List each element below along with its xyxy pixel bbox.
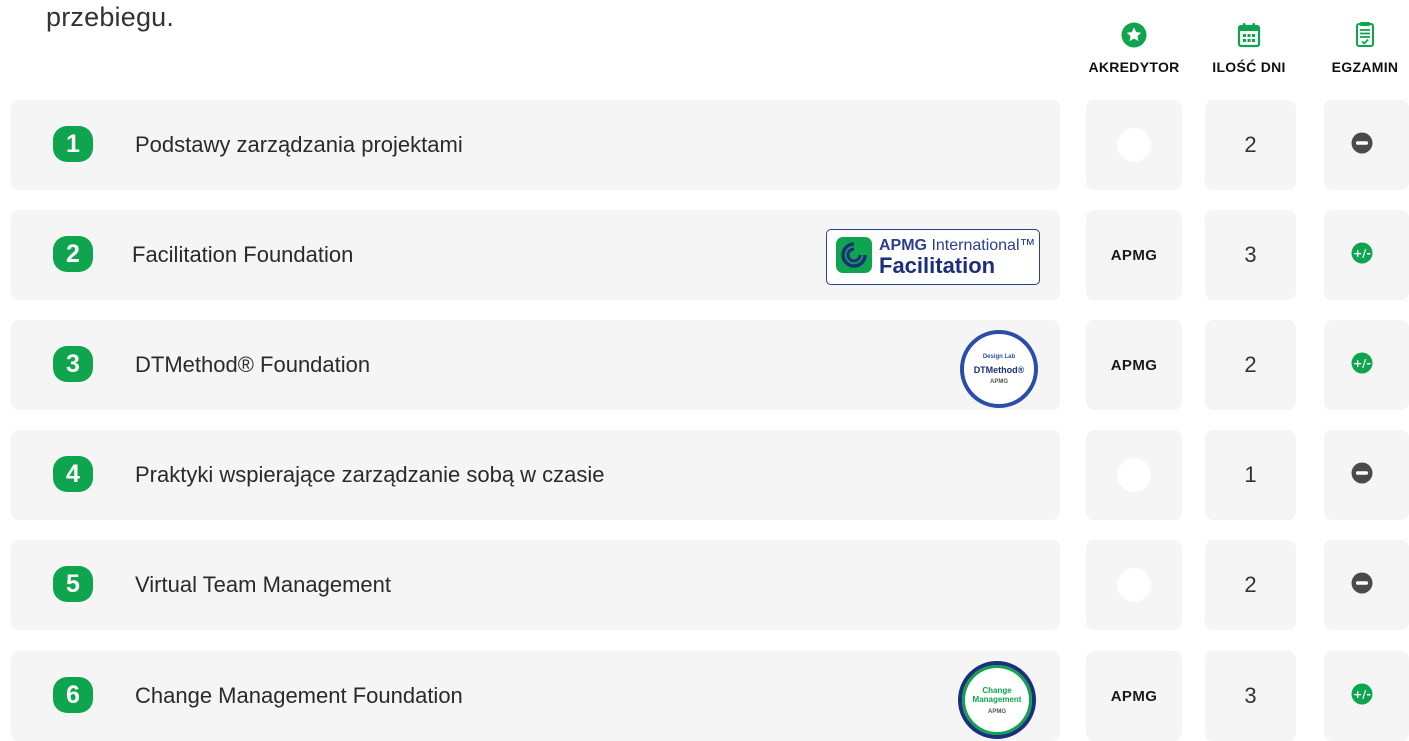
minus-icon xyxy=(1351,462,1373,489)
svg-text:+/-: +/- xyxy=(1353,688,1371,701)
logo-product: Facilitation xyxy=(879,252,996,278)
badge-main-1: Change xyxy=(982,685,1012,695)
exam-cell xyxy=(1324,100,1409,190)
course-row: 4 Praktyki wspierające zarządzanie sobą … xyxy=(0,430,1409,520)
days-cell: 3 xyxy=(1205,210,1296,300)
accreditor-cell xyxy=(1086,430,1182,520)
column-label-accreditor: AKREDYTOR xyxy=(1088,59,1180,75)
course-row: 2 Facilitation Foundation APMG Internati… xyxy=(0,210,1409,300)
exam-cell: +/- xyxy=(1324,651,1409,741)
plus-minus-icon: +/- xyxy=(1351,352,1373,379)
days-value: 2 xyxy=(1244,352,1257,377)
dtmethod-badge: Design Lab DTMethod® APMG xyxy=(960,330,1038,408)
days-cell: 3 xyxy=(1205,651,1296,741)
accreditor-value: APMG xyxy=(1110,687,1158,705)
course-row: 3 DTMethod® Foundation Design Lab DTMeth… xyxy=(0,320,1409,410)
course-number: 5 xyxy=(53,566,93,602)
days-value: 3 xyxy=(1244,242,1257,267)
accreditor-cell xyxy=(1086,100,1182,190)
course-title[interactable]: Facilitation Foundation xyxy=(132,242,353,268)
apmg-facilitation-logo: APMG International™ Facilitation xyxy=(826,229,1040,285)
plus-minus-icon: +/- xyxy=(1351,683,1373,710)
exam-cell xyxy=(1324,430,1409,520)
minus-icon xyxy=(1351,132,1373,159)
course-number: 3 xyxy=(53,346,93,382)
accreditor-value: APMG xyxy=(1110,356,1158,374)
badge-top: Design Lab xyxy=(982,353,1016,360)
days-value: 3 xyxy=(1244,683,1257,708)
days-value: 2 xyxy=(1244,132,1257,157)
course-number: 2 xyxy=(53,236,93,272)
plus-minus-icon: +/- xyxy=(1351,242,1373,269)
course-number: 4 xyxy=(53,456,93,492)
days-value: 1 xyxy=(1244,462,1257,487)
days-value: 2 xyxy=(1244,572,1257,597)
accreditor-value: APMG xyxy=(1110,246,1158,264)
accreditor-cell: APMG xyxy=(1086,320,1182,410)
empty-accreditor xyxy=(1117,458,1151,492)
empty-accreditor xyxy=(1117,128,1151,162)
course-number: 6 xyxy=(53,677,93,713)
days-cell: 2 xyxy=(1205,540,1296,630)
calendar-icon xyxy=(1237,20,1261,50)
days-cell: 2 xyxy=(1205,320,1296,410)
column-header-accreditor: AKREDYTOR xyxy=(1074,20,1194,75)
course-title[interactable]: DTMethod® Foundation xyxy=(135,352,370,378)
apmg-swirl-icon xyxy=(835,236,873,279)
course-title[interactable]: Change Management Foundation xyxy=(135,683,463,709)
minus-icon xyxy=(1351,572,1373,599)
badge-main: DTMethod® xyxy=(973,364,1025,375)
empty-accreditor xyxy=(1117,568,1151,602)
course-title[interactable]: Virtual Team Management xyxy=(135,572,391,598)
exam-cell: +/- xyxy=(1324,320,1409,410)
exam-document-icon xyxy=(1354,20,1376,50)
course-row: 6 Change Management Foundation Change Ma… xyxy=(0,651,1409,741)
svg-text:+/-: +/- xyxy=(1353,357,1371,370)
star-circle-icon xyxy=(1121,20,1147,50)
days-cell: 2 xyxy=(1205,100,1296,190)
accreditor-cell: APMG xyxy=(1086,651,1182,741)
course-number: 1 xyxy=(53,126,93,162)
accreditor-cell xyxy=(1086,540,1182,630)
logo-brand: APMG xyxy=(879,236,927,254)
change-management-badge: Change Management APMG xyxy=(958,661,1036,739)
column-header-days: ILOŚĆ DNI xyxy=(1189,20,1309,75)
badge-bottom: APMG xyxy=(988,708,1006,715)
course-title[interactable]: Podstawy zarządzania projektami xyxy=(135,132,463,158)
days-cell: 1 xyxy=(1205,430,1296,520)
intro-text: przebiegu. xyxy=(46,2,175,32)
course-title[interactable]: Praktyki wspierające zarządzanie sobą w … xyxy=(135,462,605,488)
course-row: 1 Podstawy zarządzania projektami 2 xyxy=(0,100,1409,190)
exam-cell: +/- xyxy=(1324,210,1409,300)
accreditor-cell: APMG xyxy=(1086,210,1182,300)
column-label-days: ILOŚĆ DNI xyxy=(1212,59,1286,75)
column-header-exam: EGZAMIN xyxy=(1305,20,1409,75)
logo-brand-rest: International™ xyxy=(927,236,1036,254)
exam-cell xyxy=(1324,540,1409,630)
course-row: 5 Virtual Team Management 2 xyxy=(0,540,1409,630)
column-label-exam: EGZAMIN xyxy=(1331,59,1399,75)
badge-bottom: APMG xyxy=(990,378,1008,385)
badge-main-2: Management xyxy=(972,694,1022,704)
svg-text:+/-: +/- xyxy=(1353,247,1371,260)
